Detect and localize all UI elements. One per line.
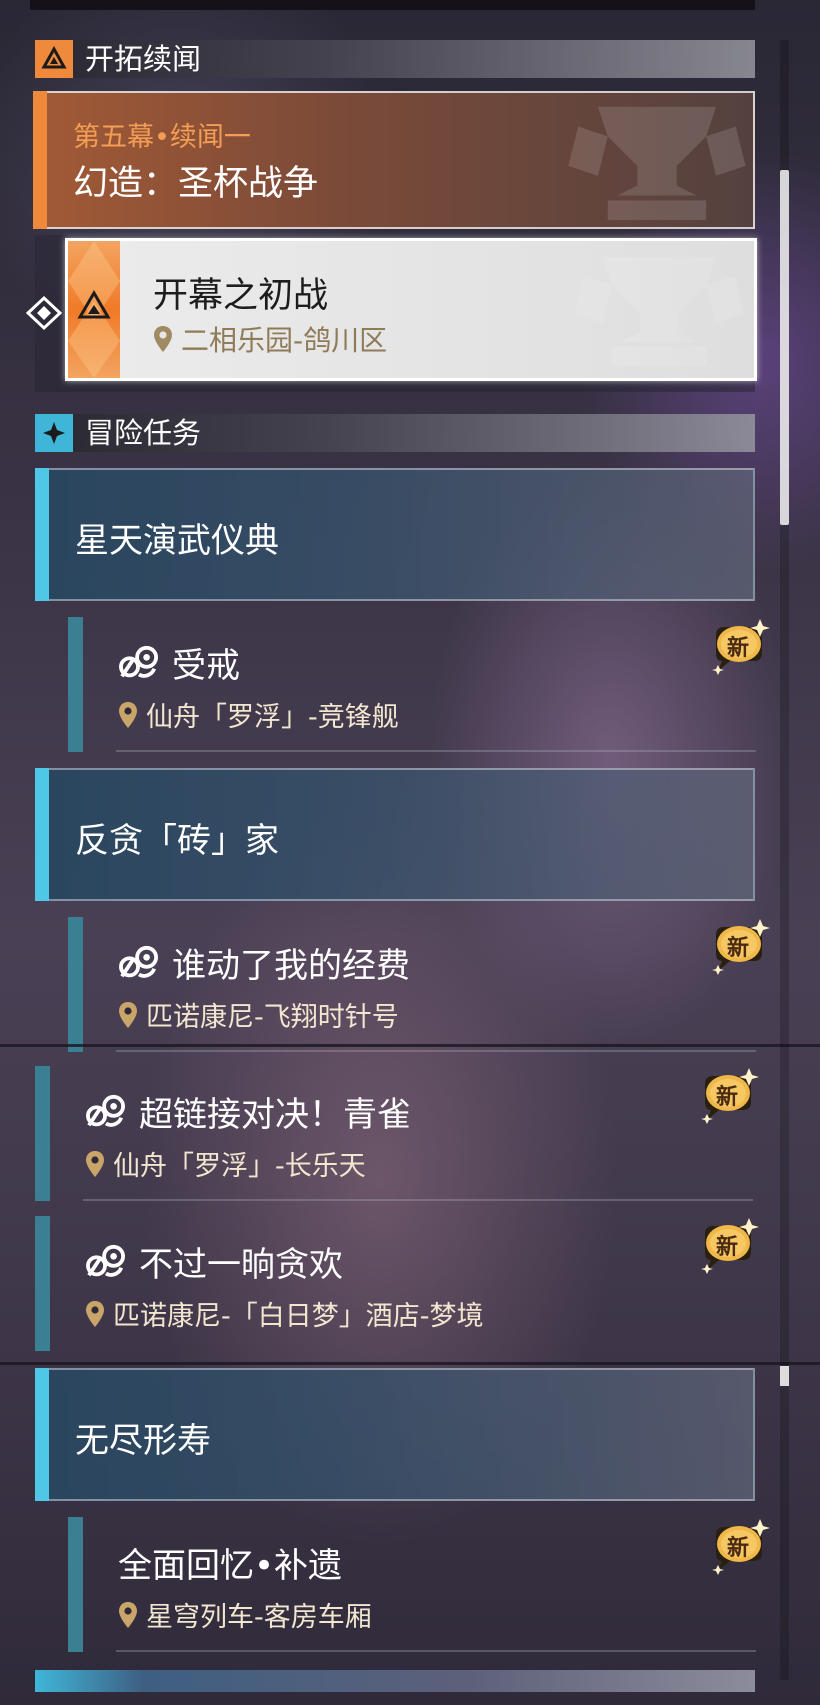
quest-item[interactable]: 全面回忆•补遗 星穹列车-客房车厢 新	[68, 1517, 755, 1652]
group-accent	[35, 768, 49, 901]
quest-icon	[118, 644, 160, 682]
quest-group-title: 星天演武仪典	[75, 521, 279, 561]
quest-divider	[116, 750, 756, 752]
quest-location-text: 匹诺康尼-「白日梦」酒店-梦境	[113, 1301, 484, 1332]
quest-icon	[85, 1093, 127, 1131]
current-quest-title: 开幕之初战	[153, 276, 329, 316]
quest-item-bar	[35, 1216, 50, 1351]
adventure-section-header: 冒险任务	[35, 414, 755, 452]
quest-location-text: 仙舟「罗浮」-长乐天	[113, 1151, 366, 1182]
quest-group-card[interactable]: 星天演武仪典	[35, 468, 755, 601]
location-pin-icon	[118, 1601, 138, 1629]
trailblaze-emblem-icon	[68, 241, 120, 378]
selection-diamond-icon	[26, 295, 63, 331]
quest-item[interactable]: 不过一晌贪欢 匹诺康尼-「白日梦」酒店-梦境 新	[35, 1216, 755, 1351]
current-quest-location: 二相乐园-鸽川区	[153, 319, 387, 359]
quest-divider	[116, 1050, 756, 1052]
location-pin-icon	[85, 1150, 105, 1178]
quest-location-text: 匹诺康尼-飞翔时针号	[146, 1002, 399, 1033]
list-band	[0, 1044, 820, 1047]
top-edge	[30, 0, 755, 10]
quest-item-bar	[35, 1066, 50, 1201]
trailblaze-chapter-card[interactable]: 第五幕•续闻一 幻造：圣杯战争	[33, 91, 755, 229]
new-badge: 新	[708, 917, 770, 975]
quest-location: 匹诺康尼-飞翔时针号	[118, 995, 399, 1034]
quest-item-bar	[68, 1517, 83, 1652]
quest-group-card[interactable]: 反贪「砖」家	[35, 768, 755, 901]
quest-title-text: 不过一晌贪欢	[139, 1245, 343, 1285]
current-quest-emblem-icon	[574, 247, 744, 371]
quest-location-text: 仙舟「罗浮」-竞锋舰	[146, 702, 399, 733]
location-pin-icon	[153, 325, 173, 353]
new-badge: 新	[708, 1517, 770, 1575]
quest-item[interactable]: 谁动了我的经费 匹诺康尼-飞翔时针号 新	[68, 917, 755, 1052]
quest-item[interactable]: 受戒 仙舟「罗浮」-竞锋舰 新	[68, 617, 755, 752]
quest-title-text: 全面回忆•补遗	[118, 1546, 343, 1586]
location-pin-icon	[85, 1300, 105, 1328]
adventure-star-icon	[35, 414, 73, 452]
quest-title-text: 受戒	[172, 646, 240, 686]
current-quest-strip	[68, 241, 120, 378]
quest-icon	[85, 1243, 127, 1281]
current-quest-location-text: 二相乐园-鸽川区	[181, 324, 388, 357]
list-band	[0, 1362, 820, 1365]
quest-group-title: 反贪「砖」家	[75, 821, 279, 861]
quest-title: 超链接对决！青雀	[85, 1087, 411, 1136]
quest-title: 不过一晌贪欢	[85, 1237, 343, 1286]
quest-group-card[interactable]: 无尽形寿	[35, 1368, 755, 1501]
scrollbar-thumb[interactable]	[780, 170, 789, 525]
quest-title: 谁动了我的经费	[118, 938, 410, 987]
quest-location: 仙舟「罗浮」-竞锋舰	[118, 695, 399, 734]
trailblaze-section-header: 开拓续闻	[35, 40, 755, 78]
location-pin-icon	[118, 1001, 138, 1029]
group-accent	[35, 468, 49, 601]
new-badge: 新	[697, 1216, 759, 1274]
scrollbar-marker	[780, 1366, 789, 1386]
chapter-subtitle: 第五幕•续闻一	[73, 122, 251, 153]
trailblaze-card-accent	[33, 91, 47, 229]
quest-location-text: 星穹列车-客房车厢	[146, 1602, 372, 1633]
next-group-card-edge[interactable]	[35, 1670, 755, 1692]
quest-divider	[116, 1650, 756, 1652]
quest-item-bar	[68, 917, 83, 1052]
quest-title: 全面回忆•补遗	[118, 1538, 342, 1587]
current-quest-card[interactable]: 开幕之初战 二相乐园-鸽川区	[65, 238, 757, 381]
quest-icon	[118, 944, 160, 982]
quest-title-text: 谁动了我的经费	[172, 946, 410, 986]
quest-item-bar	[68, 617, 83, 752]
quest-group-title: 无尽形寿	[75, 1421, 211, 1461]
quest-location: 匹诺康尼-「白日梦」酒店-梦境	[85, 1294, 484, 1333]
adventure-section-title: 冒险任务	[85, 416, 202, 450]
quest-divider	[83, 1199, 753, 1201]
chapter-emblem-icon	[567, 97, 747, 225]
new-badge: 新	[708, 617, 770, 675]
quest-location: 仙舟「罗浮」-长乐天	[85, 1144, 366, 1183]
quest-title-text: 超链接对决！青雀	[139, 1095, 411, 1135]
location-pin-icon	[118, 701, 138, 729]
new-badge: 新	[697, 1066, 759, 1124]
quest-location: 星穹列车-客房车厢	[118, 1595, 372, 1634]
quest-item[interactable]: 超链接对决！青雀 仙舟「罗浮」-长乐天 新	[35, 1066, 755, 1201]
group-accent	[35, 1368, 49, 1501]
quest-title: 受戒	[118, 638, 240, 687]
chapter-title: 幻造：圣杯战争	[73, 164, 319, 204]
trailblaze-triangle-icon	[35, 40, 73, 78]
trailblaze-section-title: 开拓续闻	[85, 42, 202, 76]
